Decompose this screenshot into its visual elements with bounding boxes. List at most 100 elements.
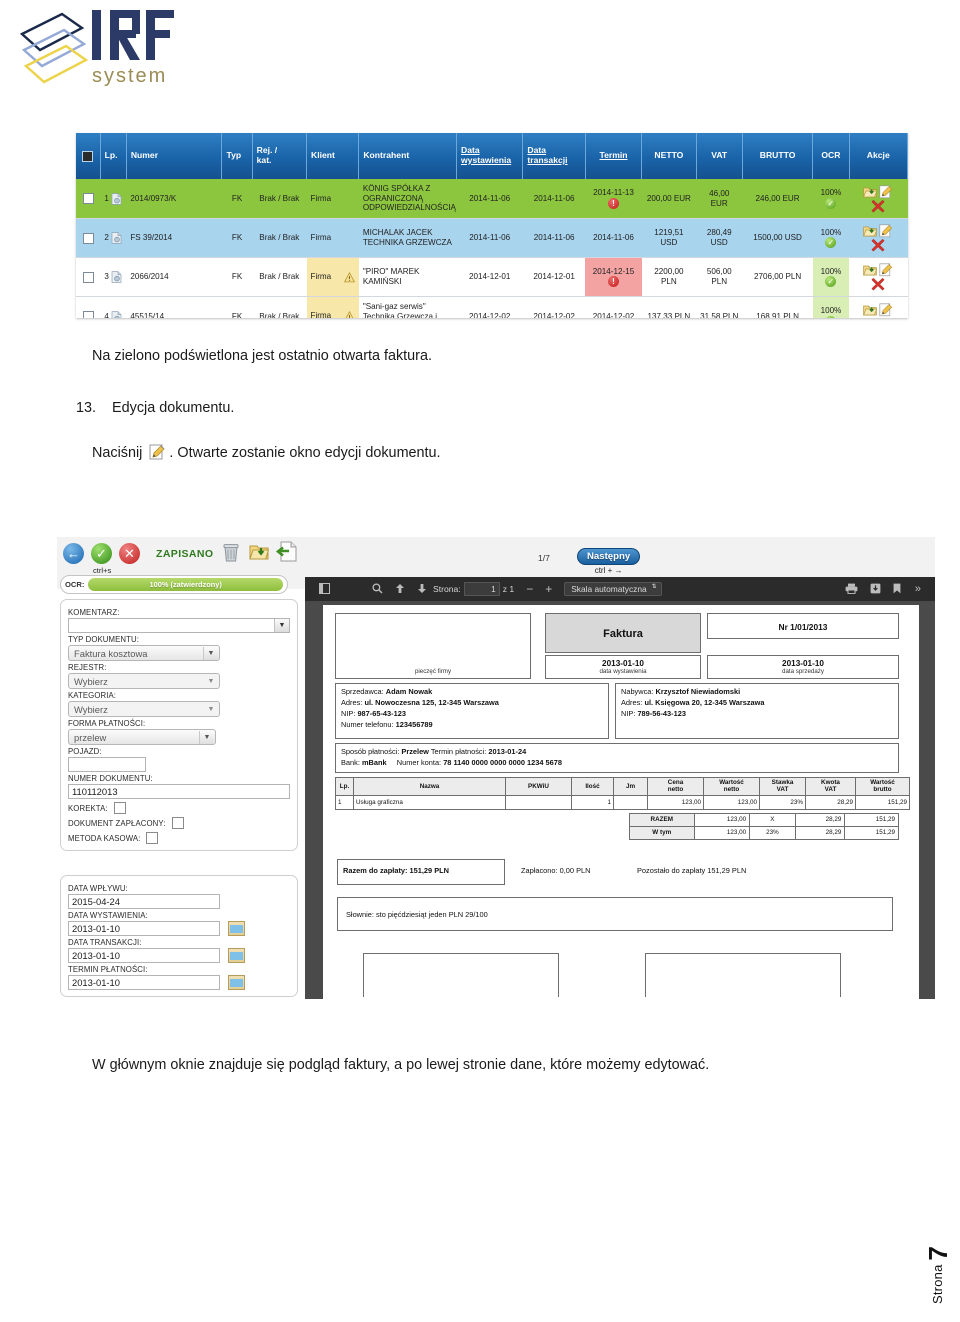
calendar-icon[interactable] [228, 948, 245, 963]
header-termin[interactable]: Termin [585, 133, 643, 179]
chevron-down-icon[interactable]: ▼ [203, 647, 218, 660]
delete-action[interactable] [870, 238, 886, 252]
cell-ocr: 100%✓ [812, 296, 850, 318]
table-row[interactable]: 2 FS 39/2014 FK Brak / Brak Firma MICHALAK J… [76, 218, 908, 259]
trash-icon[interactable] [222, 542, 240, 567]
numer-dokumentu-input[interactable]: 110112013 [68, 784, 290, 799]
import-folder-icon[interactable] [249, 542, 270, 566]
table-row[interactable]: 1 2014/0973/K FK Brak / Brak Firma KÖNIG SPÓ… [76, 179, 908, 220]
termin-platnosci-label: TERMIN PŁATNOŚCI: [68, 965, 148, 974]
edit-action[interactable] [878, 184, 894, 198]
pdf-page-input[interactable]: 1 [463, 582, 500, 596]
metoda-kasowa-checkbox[interactable] [146, 832, 159, 844]
dokument-zaplacony-row[interactable]: DOKUMENT ZAPŁACONY: [68, 817, 290, 829]
table-row[interactable]: 4 45515/14 FK Brak / Brak Firma "Sani-gaz se… [76, 296, 908, 318]
previous-page-icon[interactable] [395, 583, 405, 596]
kategoria-select[interactable]: Wybierz ▼ [68, 701, 220, 717]
select-all-checkbox[interactable] [82, 150, 94, 162]
header-select-all[interactable] [76, 133, 101, 179]
chevron-down-icon[interactable]: ▼ [199, 731, 214, 744]
save-button[interactable]: ✓ [91, 543, 112, 564]
row-checkbox[interactable] [82, 232, 94, 244]
header-akcje: Akcje [849, 133, 908, 179]
open-folder-action[interactable] [862, 226, 878, 237]
header-data-transakcji[interactable]: Data transakcji [522, 133, 586, 179]
calendar-icon[interactable] [228, 975, 245, 990]
cell-akcje[interactable] [849, 218, 908, 259]
pdf-scale-select[interactable]: Skala automatyczna ⇅ [564, 582, 662, 596]
cell-select[interactable] [76, 218, 101, 259]
back-button[interactable]: ← [63, 543, 84, 564]
next-button[interactable]: Następny [577, 548, 641, 565]
delete-action[interactable] [870, 277, 886, 291]
cell-numer[interactable]: 2014/0973/K [126, 179, 222, 220]
cell-numer[interactable]: FS 39/2014 [126, 218, 222, 259]
header-data-wystawienia[interactable]: Data wystawienia [456, 133, 524, 179]
cell-select[interactable] [76, 179, 101, 220]
delete-action[interactable] [870, 199, 886, 213]
cell-klient: Firma [306, 257, 359, 298]
edit-action[interactable] [878, 303, 894, 316]
issue-date-box: 2013-01-10 data wystawienia [545, 655, 701, 679]
sidebar-toggle-icon[interactable] [319, 582, 330, 596]
export-document-icon[interactable] [275, 541, 297, 567]
cell-numer[interactable]: 45515/14 [126, 296, 222, 318]
ocr-approved-icon: ✓ [825, 237, 837, 249]
typ-dokumentu-select[interactable]: Faktura kosztowa ▼ [68, 645, 220, 661]
chevron-updown-icon[interactable]: ⇅ [652, 584, 657, 590]
bank-label: Bank: [341, 758, 360, 767]
cell-numer[interactable]: 2066/2014 [126, 257, 222, 298]
payment-term: 2013-01-24 [488, 747, 527, 756]
calendar-icon[interactable] [228, 921, 245, 936]
metoda-kasowa-row[interactable]: METODA KASOWA: [68, 832, 290, 844]
cell-akcje[interactable] [849, 179, 908, 220]
search-icon[interactable] [372, 582, 383, 596]
forma-platnosci-select[interactable]: przelew ▼ [68, 729, 216, 745]
sale-date: 2013-01-10 [782, 659, 824, 668]
cell-akcje[interactable] [849, 296, 908, 318]
rejestr-select[interactable]: Wybierz ▼ [68, 673, 220, 689]
row-checkbox[interactable] [82, 193, 94, 205]
open-folder-action[interactable] [862, 265, 878, 276]
table-row[interactable]: 3 2066/2014 FK Brak / Brak Firma "PIRO" MARE… [76, 257, 908, 298]
next-button-group[interactable]: Następny ctrl + → [577, 546, 641, 575]
data-wplywu-input[interactable]: 2015-04-24 [68, 894, 220, 909]
dokument-zaplacony-checkbox[interactable] [171, 817, 184, 829]
download-icon[interactable] [870, 583, 881, 596]
komentarz-input[interactable]: ▼ [68, 618, 290, 633]
open-folder-action[interactable] [862, 187, 878, 197]
invoice-title: Faktura [545, 613, 701, 653]
korekta-row[interactable]: KOREKTA: [68, 802, 290, 814]
item-header-6: Wartość netto [703, 777, 760, 796]
cell-select[interactable] [76, 257, 101, 298]
zoom-out-button[interactable]: − [526, 582, 533, 596]
chevron-down-icon[interactable]: ▼ [204, 675, 218, 688]
payment-method-label: Sposób płatności: [341, 747, 400, 756]
row-checkbox[interactable] [82, 271, 94, 283]
pdf-viewer-toolbar: Strona: 1 z 1 − + Skala automatyczna ⇅ » [305, 577, 935, 601]
print-icon[interactable] [845, 583, 858, 596]
row-checkbox[interactable] [82, 311, 94, 318]
korekta-checkbox[interactable] [113, 802, 126, 814]
data-transakcji-input[interactable]: 2013-01-10 [68, 948, 220, 963]
data-wystawienia-input[interactable]: 2013-01-10 [68, 921, 220, 936]
cell-akcje[interactable] [849, 257, 908, 298]
termin-platnosci-input[interactable]: 2013-01-10 [68, 975, 220, 990]
issue-date: 2013-01-10 [602, 659, 644, 668]
chevron-down-icon[interactable]: ▼ [274, 619, 289, 632]
cell-select[interactable] [76, 296, 101, 318]
cancel-button[interactable]: ✕ [119, 543, 140, 564]
open-folder-action[interactable] [862, 305, 878, 316]
zoom-in-button[interactable]: + [545, 582, 552, 596]
edit-action[interactable] [878, 263, 894, 277]
remaining-value: 151,29 PLN [707, 866, 747, 875]
chevron-down-icon[interactable]: ▼ [204, 703, 218, 716]
bookmark-icon[interactable] [893, 583, 901, 596]
pdf-viewer-canvas[interactable]: pieczęć firmy Faktura Nr 1/01/2013 2013-… [305, 601, 935, 999]
edit-action[interactable] [878, 224, 894, 238]
cell-termin: 2014-11-06 [585, 218, 642, 259]
more-tools-icon[interactable]: » [915, 583, 921, 595]
next-page-icon[interactable] [417, 583, 427, 596]
pojazd-input[interactable] [68, 757, 146, 772]
invoice-total-row: RAZEM 123,00 X 28,29 151,29 [629, 812, 899, 827]
